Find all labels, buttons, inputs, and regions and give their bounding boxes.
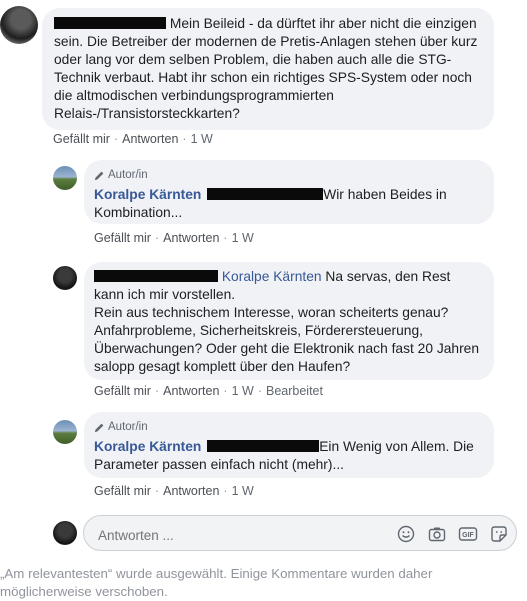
timestamp[interactable]: 1 W [232,484,254,498]
author-name[interactable]: Koralpe Kärnten [94,439,201,454]
reply-link[interactable]: Antworten [163,484,219,498]
avatar[interactable] [53,166,77,190]
like-link[interactable]: Gefällt mir [94,384,151,398]
camera-icon[interactable] [426,523,448,545]
comment-bubble: Mein Beileid - da dürftet ihr aber nicht… [42,8,494,130]
redacted-mention [207,188,324,200]
relevance-note: „Am relevantesten“ wurde ausgewählt. Ein… [0,566,433,599]
pencil-icon [94,423,104,432]
comment-bubble: Koralpe Kärnten Na servas, den Rest kann… [84,262,494,380]
redacted-author-name [94,270,218,282]
emoji-icon[interactable] [395,523,417,545]
author-badge: Autor/in [94,418,484,436]
comment-actions: Gefällt mir · Antworten · 1 W [94,484,254,498]
avatar[interactable] [53,266,77,290]
timestamp[interactable]: 1 W [232,231,254,245]
comment-text-continued: Rein aus technischem Interesse, woran sc… [94,305,480,374]
sticker-icon[interactable] [488,523,510,545]
reply-link[interactable]: Antworten [163,231,219,245]
timestamp[interactable]: 1 W [191,132,213,146]
like-link[interactable]: Gefällt mir [94,231,151,245]
comment-text: Mein Beileid - da dürftet ihr aber nicht… [54,16,478,121]
comment-bubble: Autor/in Koralpe Kärnten Ein Wenig von A… [84,412,494,478]
redacted-author-name [54,17,166,29]
avatar[interactable] [0,6,38,44]
comment-actions: Gefällt mir · Antworten · 1 W · Bearbeitet [94,384,323,398]
redacted-mention [207,440,320,452]
like-link[interactable]: Gefällt mir [94,484,151,498]
svg-text:GIF: GIF [462,532,474,539]
author-badge-label: Autor/in [108,169,148,181]
gif-icon[interactable]: GIF [457,523,479,545]
author-badge: Autor/in [94,166,484,184]
mention-link[interactable]: Koralpe Kärnten [222,269,322,284]
avatar [53,521,77,545]
comment-actions: Gefällt mir · Antworten · 1 W [53,132,213,146]
author-name[interactable]: Koralpe Kärnten [94,187,201,202]
pencil-icon [94,171,104,180]
reply-link[interactable]: Antworten [122,132,178,146]
comment-actions: Gefällt mir · Antworten · 1 W [94,231,254,245]
like-link[interactable]: Gefällt mir [53,132,110,146]
comment-bubble: Autor/in Koralpe Kärnten Wir haben Beide… [84,160,494,224]
reply-tools: GIF [395,523,510,545]
avatar[interactable] [53,420,77,444]
edited-label[interactable]: Bearbeitet [266,384,323,398]
reply-input-box[interactable]: GIF [83,515,517,551]
reply-input[interactable] [96,524,390,546]
author-badge-label: Autor/in [108,421,148,433]
timestamp[interactable]: 1 W [232,384,254,398]
reply-link[interactable]: Antworten [163,384,219,398]
